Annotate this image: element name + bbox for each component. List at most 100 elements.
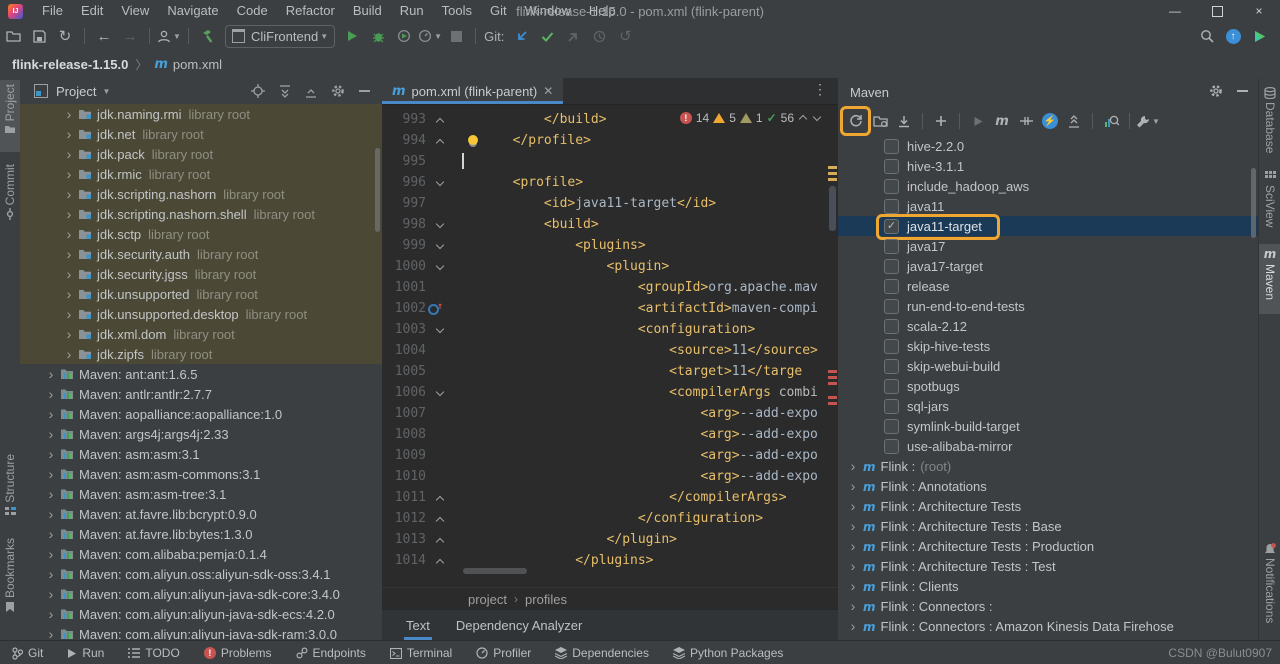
git-commit-icon[interactable] (535, 24, 559, 48)
search-everywhere-icon[interactable] (1195, 24, 1219, 48)
fold-gutter[interactable] (430, 178, 450, 188)
project-tree-row[interactable]: › jdk.rmic library root (20, 164, 382, 184)
project-tree-row[interactable]: › jdk.scripting.nashorn.shell library root (20, 204, 382, 224)
prev-problem-icon[interactable] (798, 113, 808, 123)
chevron-right-icon[interactable]: › (846, 598, 860, 614)
statusbar-run[interactable]: Run (67, 646, 104, 660)
fold-gutter[interactable] (430, 115, 450, 125)
chevron-right-icon[interactable]: › (62, 187, 76, 201)
collapse-all-icon[interactable] (1062, 109, 1086, 133)
code-line[interactable]: 1003 <configuration> (382, 319, 838, 340)
fold-end-icon[interactable] (435, 514, 445, 524)
settings-gear-icon[interactable] (1209, 84, 1223, 98)
chevron-right-icon[interactable]: › (62, 287, 76, 301)
locate-file-icon[interactable] (251, 84, 265, 98)
profile-checkbox[interactable] (884, 438, 899, 454)
fold-gutter[interactable] (430, 514, 450, 524)
profile-row[interactable]: java11 (838, 196, 1258, 216)
profile-row[interactable]: spotbugs (838, 376, 1258, 396)
code-line[interactable]: 1007 <arg>--add-expo (382, 403, 838, 424)
profile-row[interactable]: hive-2.2.0 (838, 136, 1258, 156)
toolwindow-tab-structure[interactable]: Structure (0, 450, 20, 526)
fold-gutter[interactable] (430, 241, 450, 251)
code-line[interactable]: 995 (382, 151, 838, 172)
project-tree-row[interactable]: › jdk.security.auth library root (20, 244, 382, 264)
code-line[interactable]: 1008 <arg>--add-expo (382, 424, 838, 445)
code-line[interactable]: 998 <build> (382, 214, 838, 235)
code-line[interactable]: 1002 <artifactId>maven-compi (382, 298, 838, 319)
project-tree-row[interactable]: › Maven: com.aliyun:aliyun-java-sdk-ram:3… (20, 624, 382, 641)
project-tree-row[interactable]: › jdk.unsupported.desktop library root (20, 304, 382, 324)
project-tree-row[interactable]: › Maven: com.aliyun:aliyun-java-sdk-ecs:4… (20, 604, 382, 624)
profile-checkbox[interactable] (884, 418, 899, 434)
profile-checkbox[interactable]: ✓ (884, 218, 899, 234)
tab-text[interactable]: Text (404, 618, 432, 640)
chevron-right-icon[interactable]: › (846, 558, 860, 574)
editor-tab-pomxml[interactable]: m pom.xml (flink-parent) ✕ (382, 78, 564, 104)
sync-icon[interactable]: ↻ (53, 24, 77, 48)
run-maven-build-icon[interactable] (966, 109, 990, 133)
git-history-icon[interactable] (587, 24, 611, 48)
profile-row[interactable]: sql-jars (838, 396, 1258, 416)
build-hammer-icon[interactable] (196, 24, 220, 48)
chevron-right-icon[interactable]: › (62, 307, 76, 321)
tab-dependency-analyzer[interactable]: Dependency Analyzer (454, 618, 584, 640)
code-line[interactable]: 1001 <groupId>org.apache.mav (382, 277, 838, 298)
profile-row[interactable]: include_hadoop_aws (838, 176, 1258, 196)
project-tree-row[interactable]: › jdk.scripting.nashorn library root (20, 184, 382, 204)
fold-gutter[interactable] (430, 136, 450, 146)
settings-gear-icon[interactable] (331, 84, 345, 98)
code-line[interactable]: 997 <id>java11-target</id> (382, 193, 838, 214)
hide-panel-icon[interactable] (1237, 84, 1248, 98)
close-button[interactable]: × (1238, 0, 1280, 22)
chevron-right-icon[interactable]: › (44, 447, 58, 461)
profiler-run-icon[interactable]: ▼ (418, 24, 442, 48)
project-tree-row[interactable]: › Maven: asm:asm:3.1 (20, 444, 382, 464)
toolwindow-tab-maven[interactable]: m Maven (1259, 244, 1280, 314)
project-scrollbar[interactable] (375, 148, 380, 232)
code-line[interactable]: 1013 </plugin> (382, 529, 838, 550)
maven-module-row[interactable]: › m Flink : Architecture Tests : Base (838, 516, 1258, 536)
chevron-right-icon[interactable]: › (62, 147, 76, 161)
chevron-right-icon[interactable]: › (62, 327, 76, 341)
generate-sources-icon[interactable] (868, 109, 892, 133)
fold-gutter[interactable] (430, 220, 450, 230)
code-with-me-icon[interactable] (1247, 24, 1271, 48)
chevron-right-icon[interactable]: › (44, 547, 58, 561)
toolwindow-tab-project[interactable]: Project (0, 80, 20, 152)
fold-end-icon[interactable] (435, 556, 445, 566)
chevron-right-icon[interactable]: › (846, 478, 860, 494)
project-tree-row[interactable]: › Maven: args4j:args4j:2.33 (20, 424, 382, 444)
project-tree-row[interactable]: › Maven: aopalliance:aopalliance:1.0 (20, 404, 382, 424)
chevron-right-icon[interactable]: › (44, 387, 58, 401)
ide-update-icon[interactable]: ↑ (1221, 24, 1245, 48)
chevron-right-icon[interactable]: › (62, 247, 76, 261)
inspections-widget[interactable]: ! 14 5 1 ✓ 56 (679, 111, 822, 125)
chevron-right-icon[interactable]: › (62, 207, 76, 221)
chevron-right-icon[interactable]: › (62, 227, 76, 241)
editor-options-kebab-icon[interactable]: ⋮ (813, 81, 828, 98)
project-tree-row[interactable]: › Maven: antlr:antlr:2.7.7 (20, 384, 382, 404)
back-icon[interactable]: ← (92, 24, 116, 48)
profile-checkbox[interactable] (884, 298, 899, 314)
chevron-right-icon[interactable]: › (846, 518, 860, 534)
menu-item-refactor[interactable]: Refactor (277, 3, 344, 18)
run-icon[interactable] (340, 24, 364, 48)
chevron-right-icon[interactable]: › (44, 567, 58, 581)
chevron-right-icon[interactable]: › (44, 607, 58, 621)
maven-module-row[interactable]: › m Flink : (root) (838, 456, 1258, 476)
project-tree-row[interactable]: › Maven: ant:ant:1.6.5 (20, 364, 382, 384)
code-line[interactable]: 1000 <plugin> (382, 256, 838, 277)
project-tree-row[interactable]: › jdk.pack library root (20, 144, 382, 164)
editor-error-stripe[interactable] (828, 108, 837, 588)
execute-maven-goal-icon[interactable]: m (990, 109, 1014, 133)
fold-gutter[interactable] (430, 535, 450, 545)
profile-checkbox[interactable] (884, 398, 899, 414)
maven-module-row[interactable]: › m Flink : Architecture Tests (838, 496, 1258, 516)
project-tree-row[interactable]: › jdk.security.jgss library root (20, 264, 382, 284)
chevron-right-icon[interactable]: › (62, 347, 76, 361)
project-panel-title[interactable]: Project (56, 84, 96, 99)
git-rollback-icon[interactable]: ↺ (613, 24, 637, 48)
profile-row[interactable]: run-end-to-end-tests (838, 296, 1258, 316)
download-sources-icon[interactable] (892, 109, 916, 133)
